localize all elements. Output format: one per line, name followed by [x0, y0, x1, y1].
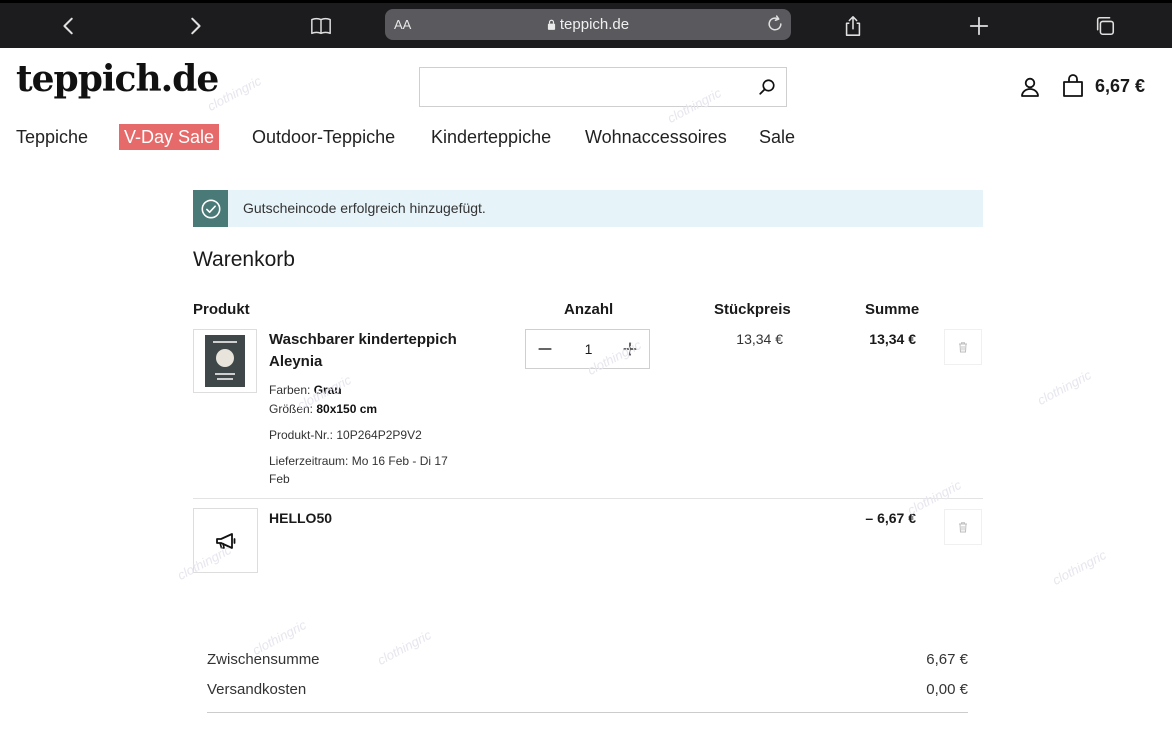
increase-quantity-button[interactable] [620, 339, 640, 359]
product-sku: Produkt-Nr.: 10P264P2P9V2 [269, 428, 422, 442]
watermark: clothingric [1034, 367, 1094, 408]
product-color-value: Grau [313, 383, 342, 397]
page-title: Warenkorb [193, 248, 295, 271]
column-header-sum: Summe [865, 301, 920, 318]
row-divider [193, 498, 983, 499]
search-input[interactable] [420, 68, 760, 104]
product-name[interactable]: Waschbarer kinderteppich Aleynia [269, 329, 469, 373]
nav-item-kinderteppiche[interactable]: Kinderteppiche [431, 124, 551, 150]
notice-message: Gutscheincode erfolgreich hinzugefügt. [243, 200, 486, 216]
url-text: teppich.de [385, 16, 791, 33]
subtotal-label: Zwischensumme [207, 651, 320, 668]
coupon-icon-box [193, 508, 258, 573]
column-header-unit-price: Stückpreis [714, 301, 791, 318]
rug-image [205, 335, 245, 387]
product-size-label: Größen: [269, 402, 314, 416]
user-icon[interactable] [1018, 75, 1042, 99]
coupon-discount: – 6,67 € [865, 510, 916, 526]
forward-icon[interactable] [179, 10, 211, 42]
new-tab-icon[interactable] [963, 10, 995, 42]
site-logo[interactable]: teppich.de [16, 58, 219, 100]
product-size-value: 80x150 cm [316, 402, 378, 416]
shopping-bag-icon[interactable] [1061, 74, 1085, 98]
column-header-quantity: Anzahl [564, 301, 614, 318]
trash-icon [959, 342, 967, 353]
quantity-stepper: 1 [525, 329, 650, 369]
item-sum: 13,34 € [869, 331, 916, 347]
browser-toolbar: AA teppich.de [0, 0, 1172, 48]
shipping-label: Versandkosten [207, 681, 307, 698]
bookmarks-icon[interactable] [305, 10, 337, 42]
remove-item-button[interactable] [944, 329, 982, 365]
totals-divider [207, 712, 968, 713]
unit-price: 13,34 € [736, 331, 783, 347]
url-label: teppich.de [559, 16, 630, 33]
reload-icon[interactable] [765, 14, 785, 34]
nav-item-outdoor-teppiche[interactable]: Outdoor-Teppiche [252, 124, 395, 150]
shipping-value: 0,00 € [926, 681, 968, 698]
column-header-product: Produkt [193, 301, 250, 318]
megaphone-icon [215, 532, 235, 549]
check-circle-icon [193, 190, 228, 227]
search-box[interactable] [419, 67, 787, 107]
lock-icon [547, 19, 555, 30]
nav-item-sale[interactable]: Sale [759, 124, 795, 150]
cart-total[interactable]: 6,67 € [1095, 76, 1145, 97]
share-icon[interactable] [837, 10, 869, 42]
product-size: Größen: 80x150 cm [269, 400, 377, 418]
watermark: clothingric [374, 627, 434, 668]
nav-item-vday-sale[interactable]: V-Day Sale [119, 124, 220, 150]
product-color: Farben: Grau [269, 381, 342, 399]
remove-coupon-button[interactable] [944, 509, 982, 545]
nav-item-teppiche[interactable]: Teppiche [16, 124, 88, 150]
address-bar[interactable]: AA teppich.de [385, 9, 791, 40]
back-icon[interactable] [53, 10, 85, 42]
coupon-code: HELLO50 [269, 510, 333, 526]
search-icon[interactable] [758, 78, 776, 96]
product-color-label: Farben: [269, 383, 311, 397]
trash-icon [959, 522, 967, 533]
product-delivery: Lieferzeitraum: Mo 16 Feb - Di 17 Feb [269, 454, 448, 486]
quantity-value[interactable]: 1 [566, 341, 611, 357]
product-thumbnail[interactable] [193, 329, 257, 393]
subtotal-value: 6,67 € [926, 651, 968, 668]
decrease-quantity-button[interactable] [535, 339, 555, 359]
watermark: clothingric [1049, 547, 1109, 588]
nav-item-wohnaccessoires[interactable]: Wohnaccessoires [585, 124, 727, 150]
tabs-icon[interactable] [1089, 10, 1121, 42]
coupon-success-notice: Gutscheincode erfolgreich hinzugefügt. [193, 190, 983, 227]
